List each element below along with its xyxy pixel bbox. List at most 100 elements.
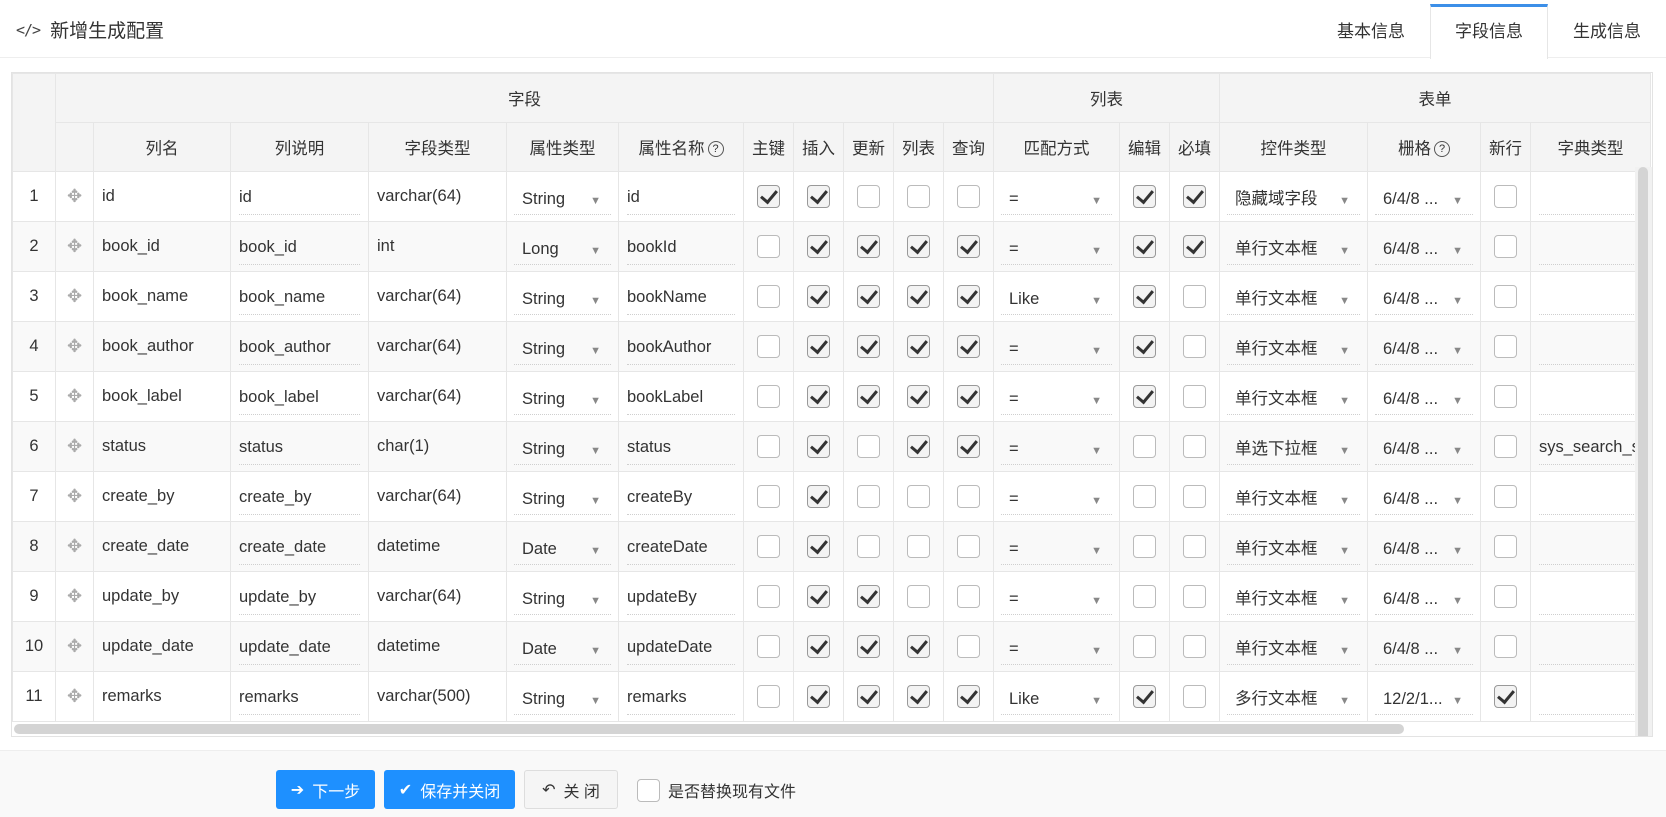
required-checkbox[interactable] xyxy=(1183,285,1206,308)
match-type-select[interactable]: = ▼ xyxy=(1001,329,1112,365)
insert-checkbox[interactable] xyxy=(807,585,830,608)
query-checkbox[interactable] xyxy=(957,285,980,308)
horizontal-scrollbar[interactable] xyxy=(14,724,1404,734)
control-type-select[interactable]: 单行文本框 ▼ xyxy=(1227,229,1360,265)
primary-key-checkbox[interactable] xyxy=(757,485,780,508)
attr-name-input[interactable]: createBy xyxy=(627,479,735,515)
match-type-select[interactable]: = ▼ xyxy=(1001,529,1112,565)
column-desc-input[interactable]: create_by xyxy=(239,479,360,515)
required-checkbox[interactable] xyxy=(1183,485,1206,508)
primary-key-checkbox[interactable] xyxy=(757,685,780,708)
drag-handle-icon[interactable]: ✥ xyxy=(55,671,94,722)
query-checkbox[interactable] xyxy=(957,685,980,708)
list-checkbox[interactable] xyxy=(907,385,930,408)
column-desc-input[interactable]: book_name xyxy=(239,279,360,315)
attr-name-input[interactable]: id xyxy=(627,179,735,215)
query-checkbox[interactable] xyxy=(957,335,980,358)
primary-key-checkbox[interactable] xyxy=(757,335,780,358)
match-type-select[interactable]: = ▼ xyxy=(1001,229,1112,265)
control-type-select[interactable]: 隐藏域字段 ▼ xyxy=(1227,179,1360,215)
column-desc-input[interactable]: book_author xyxy=(239,329,360,365)
control-type-select[interactable]: 单行文本框 ▼ xyxy=(1227,479,1360,515)
insert-checkbox[interactable] xyxy=(807,235,830,258)
required-checkbox[interactable] xyxy=(1183,585,1206,608)
newline-checkbox[interactable] xyxy=(1494,335,1517,358)
edit-checkbox[interactable] xyxy=(1133,635,1156,658)
edit-checkbox[interactable] xyxy=(1133,435,1156,458)
edit-checkbox[interactable] xyxy=(1133,235,1156,258)
dict-type-input[interactable] xyxy=(1539,479,1642,515)
attr-type-select[interactable]: Date ▼ xyxy=(514,629,611,665)
control-type-select[interactable]: 多行文本框 ▼ xyxy=(1227,679,1360,715)
required-checkbox[interactable] xyxy=(1183,535,1206,558)
attr-type-select[interactable]: Long ▼ xyxy=(514,229,611,265)
attr-type-select[interactable]: String ▼ xyxy=(514,379,611,415)
drag-handle-icon[interactable]: ✥ xyxy=(55,321,94,372)
attr-name-input[interactable]: bookName xyxy=(627,279,735,315)
insert-checkbox[interactable] xyxy=(807,335,830,358)
replace-files-option[interactable]: 是否替换现有文件 xyxy=(637,778,796,802)
query-checkbox[interactable] xyxy=(957,435,980,458)
primary-key-checkbox[interactable] xyxy=(757,285,780,308)
newline-checkbox[interactable] xyxy=(1494,635,1517,658)
update-checkbox[interactable] xyxy=(857,435,880,458)
update-checkbox[interactable] xyxy=(857,285,880,308)
attr-type-select[interactable]: String ▼ xyxy=(514,279,611,315)
attr-name-input[interactable]: bookLabel xyxy=(627,379,735,415)
list-checkbox[interactable] xyxy=(907,285,930,308)
grid-select[interactable]: 6/4/8 ... ▼ xyxy=(1375,479,1473,515)
column-desc-input[interactable]: update_by xyxy=(239,579,360,615)
tab-generate-info[interactable]: 生成信息 xyxy=(1548,4,1666,58)
dict-type-input[interactable] xyxy=(1539,379,1642,415)
dict-type-input[interactable] xyxy=(1539,629,1642,665)
column-desc-input[interactable]: remarks xyxy=(239,679,360,715)
primary-key-checkbox[interactable] xyxy=(757,235,780,258)
dict-type-input[interactable] xyxy=(1539,579,1642,615)
attr-name-input[interactable]: status xyxy=(627,429,735,465)
column-desc-input[interactable]: book_id xyxy=(239,229,360,265)
list-checkbox[interactable] xyxy=(907,685,930,708)
dict-type-input[interactable] xyxy=(1539,679,1642,715)
list-checkbox[interactable] xyxy=(907,485,930,508)
help-icon[interactable]: ? xyxy=(1434,141,1450,157)
match-type-select[interactable]: Like ▼ xyxy=(1001,279,1112,315)
required-checkbox[interactable] xyxy=(1183,335,1206,358)
query-checkbox[interactable] xyxy=(957,635,980,658)
attr-name-input[interactable]: updateDate xyxy=(627,629,735,665)
attr-name-input[interactable]: bookAuthor xyxy=(627,329,735,365)
dict-type-input[interactable] xyxy=(1539,329,1642,365)
list-checkbox[interactable] xyxy=(907,585,930,608)
query-checkbox[interactable] xyxy=(957,185,980,208)
grid-select[interactable]: 6/4/8 ... ▼ xyxy=(1375,329,1473,365)
primary-key-checkbox[interactable] xyxy=(757,585,780,608)
newline-checkbox[interactable] xyxy=(1494,385,1517,408)
dict-type-input[interactable]: sys_search_s xyxy=(1539,429,1642,465)
update-checkbox[interactable] xyxy=(857,535,880,558)
grid-select[interactable]: 6/4/8 ... ▼ xyxy=(1375,179,1473,215)
control-type-select[interactable]: 单行文本框 ▼ xyxy=(1227,329,1360,365)
required-checkbox[interactable] xyxy=(1183,235,1206,258)
attr-type-select[interactable]: String ▼ xyxy=(514,329,611,365)
query-checkbox[interactable] xyxy=(957,235,980,258)
grid-select[interactable]: 6/4/8 ... ▼ xyxy=(1375,279,1473,315)
tab-basic-info[interactable]: 基本信息 xyxy=(1312,4,1430,58)
column-desc-input[interactable]: id xyxy=(239,179,360,215)
primary-key-checkbox[interactable] xyxy=(757,635,780,658)
edit-checkbox[interactable] xyxy=(1133,585,1156,608)
update-checkbox[interactable] xyxy=(857,185,880,208)
drag-handle-icon[interactable]: ✥ xyxy=(55,471,94,522)
dict-type-input[interactable] xyxy=(1539,179,1642,215)
drag-handle-icon[interactable]: ✥ xyxy=(55,621,94,672)
match-type-select[interactable]: = ▼ xyxy=(1001,479,1112,515)
newline-checkbox[interactable] xyxy=(1494,235,1517,258)
control-type-select[interactable]: 单行文本框 ▼ xyxy=(1227,529,1360,565)
column-desc-input[interactable]: create_date xyxy=(239,529,360,565)
column-desc-input[interactable]: update_date xyxy=(239,629,360,665)
match-type-select[interactable]: = ▼ xyxy=(1001,179,1112,215)
required-checkbox[interactable] xyxy=(1183,385,1206,408)
edit-checkbox[interactable] xyxy=(1133,185,1156,208)
query-checkbox[interactable] xyxy=(957,585,980,608)
edit-checkbox[interactable] xyxy=(1133,685,1156,708)
grid-select[interactable]: 6/4/8 ... ▼ xyxy=(1375,429,1473,465)
primary-key-checkbox[interactable] xyxy=(757,185,780,208)
